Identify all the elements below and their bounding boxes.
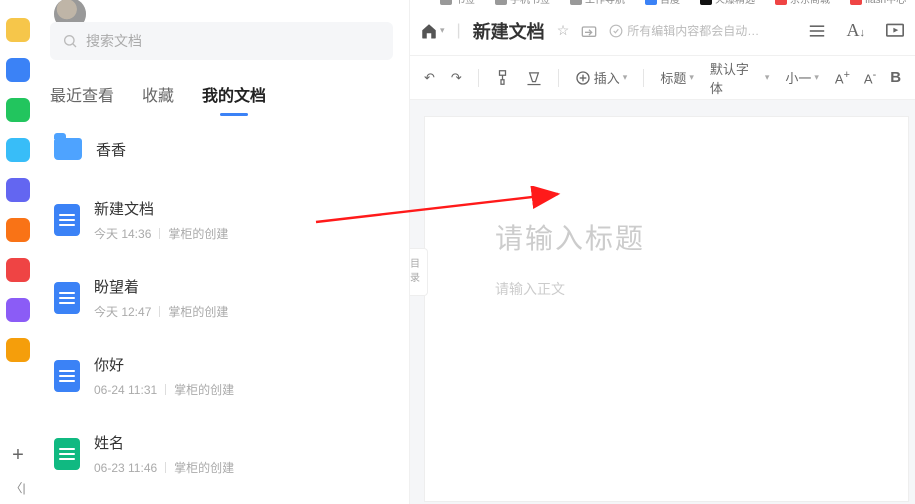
- editor-doc-title[interactable]: 新建文档: [473, 18, 545, 44]
- doc-by: 掌柜的创建: [174, 381, 234, 398]
- editor-canvas-wrap: 目 录 请输入标题 请输入正文: [410, 100, 915, 504]
- doc-by: 掌柜的创建: [174, 459, 234, 476]
- doc-text: 你好 06-24 11:31 掌柜的创建: [94, 354, 234, 398]
- check-circle-icon: [609, 24, 623, 38]
- doc-meta: 今天 14:36 掌柜的创建: [94, 225, 228, 242]
- search-input[interactable]: 搜索文档: [50, 22, 393, 60]
- doc-row[interactable]: 盼望着 今天 12:47 掌柜的创建: [50, 266, 409, 330]
- doc-icon: [54, 438, 80, 470]
- home-icon: [420, 22, 438, 40]
- folder-name: 香香: [96, 139, 126, 160]
- doc-time: 06-24 11:31: [94, 383, 157, 397]
- outline-tab[interactable]: 目 录: [410, 248, 428, 296]
- rail-icon-8[interactable]: [6, 298, 30, 322]
- collapse-icon[interactable]: 〈|: [10, 479, 25, 496]
- doc-meta: 今天 12:47 掌柜的创建: [94, 303, 228, 320]
- home-button[interactable]: ▾: [420, 22, 445, 40]
- doc-meta: 06-23 11:46 掌柜的创建: [94, 459, 234, 476]
- font-select[interactable]: 默认字体▾: [710, 59, 770, 97]
- doc-time: 今天 14:36: [94, 225, 151, 242]
- editor-pane: 书签 手机书签 工作导航 百度 火爆精选 京东商城 flash中心 ▾ | 新建…: [410, 0, 915, 504]
- doc-title: 盼望着: [94, 276, 228, 297]
- font-style-icon[interactable]: A↓: [847, 20, 866, 41]
- doc-time: 今天 12:47: [94, 303, 151, 320]
- doc-text: 姓名 06-23 11:46 掌柜的创建: [94, 432, 234, 476]
- search-placeholder: 搜索文档: [86, 31, 142, 51]
- body-placeholder[interactable]: 请输入正文: [495, 279, 838, 299]
- editor-toolbar: ↶ ↷ 插入▾ 标题▾ 默认字体▾ 小一▾ A+ A- B: [410, 56, 915, 100]
- doc-meta: 06-24 11:31 掌柜的创建: [94, 381, 234, 398]
- title-actions: ☆ 所有编辑内容都会自动…: [557, 22, 760, 39]
- rail-icon-2[interactable]: [6, 58, 30, 82]
- doc-by: 掌柜的创建: [168, 225, 228, 242]
- title-placeholder[interactable]: 请输入标题: [495, 217, 838, 257]
- doc-icon: [54, 282, 80, 314]
- meta-sep: [159, 228, 160, 239]
- meta-sep: [159, 306, 160, 317]
- file-list: 香香 新建文档 今天 14:36 掌柜的创建 盼望着 今天 12:47 掌柜: [50, 128, 409, 504]
- size-select[interactable]: 小一▾: [785, 68, 819, 87]
- editor-page[interactable]: 请输入标题 请输入正文: [424, 116, 909, 502]
- clear-format-button[interactable]: [526, 70, 542, 86]
- rail-icon-9[interactable]: [6, 338, 30, 362]
- tab-favorite[interactable]: 收藏: [142, 82, 174, 112]
- doc-title: 姓名: [94, 432, 234, 453]
- title-sep: |: [457, 22, 461, 40]
- rail-icon-3[interactable]: [6, 98, 30, 122]
- undo-button[interactable]: ↶: [424, 70, 435, 86]
- format-painter-button[interactable]: [495, 69, 510, 86]
- redo-button[interactable]: ↷: [451, 70, 462, 86]
- doc-icon: [54, 360, 80, 392]
- star-icon[interactable]: ☆: [557, 22, 570, 39]
- doc-by: 掌柜的创建: [168, 303, 228, 320]
- present-icon[interactable]: [885, 22, 905, 40]
- editor-title-row: ▾ | 新建文档 ☆ 所有编辑内容都会自动… A↓: [410, 6, 915, 56]
- sidebar-tabs: 最近查看 收藏 我的文档: [50, 82, 393, 122]
- doc-title: 你好: [94, 354, 234, 375]
- search-icon: [62, 33, 78, 49]
- tool-sep: [558, 69, 559, 87]
- tab-mydocs[interactable]: 我的文档: [202, 82, 266, 112]
- bold-button[interactable]: B: [890, 69, 901, 86]
- toolbar-right: A+ A- B: [835, 69, 901, 86]
- sidebar: 搜索文档 最近查看 收藏 我的文档 香香 新建文档 今天 14:36 掌柜的创建: [40, 0, 410, 504]
- font-decrease-button[interactable]: A-: [864, 69, 876, 86]
- add-icon[interactable]: +: [12, 444, 24, 467]
- doc-text: 新建文档 今天 14:36 掌柜的创建: [94, 198, 228, 242]
- doc-icon: [54, 204, 80, 236]
- doc-row[interactable]: 姓名 06-23 11:46 掌柜的创建: [50, 422, 409, 486]
- title-right-actions: A↓: [807, 20, 906, 41]
- chevron-down-icon: ▾: [440, 25, 445, 36]
- folder-row[interactable]: 香香: [50, 128, 409, 170]
- rail-icon-7[interactable]: [6, 258, 30, 282]
- doc-title: 新建文档: [94, 198, 228, 219]
- meta-sep: [165, 462, 166, 473]
- rail-icon-6[interactable]: [6, 218, 30, 242]
- heading-select[interactable]: 标题▾: [660, 68, 694, 87]
- app-rail: [0, 0, 36, 504]
- rail-icon-1[interactable]: [6, 18, 30, 42]
- folder-icon: [54, 138, 82, 160]
- doc-time: 06-23 11:46: [94, 461, 157, 475]
- rail-icon-4[interactable]: [6, 138, 30, 162]
- insert-button[interactable]: 插入▾: [575, 68, 628, 87]
- font-increase-button[interactable]: A+: [835, 69, 850, 86]
- doc-text: 盼望着 今天 12:47 掌柜的创建: [94, 276, 228, 320]
- menu-icon[interactable]: [807, 23, 827, 39]
- tool-sep: [643, 69, 644, 87]
- meta-sep: [165, 384, 166, 395]
- tab-recent[interactable]: 最近查看: [50, 82, 114, 112]
- rail-icon-5[interactable]: [6, 178, 30, 202]
- move-icon[interactable]: [581, 24, 597, 38]
- tool-sep: [478, 69, 479, 87]
- plus-circle-icon: [575, 70, 591, 86]
- doc-row[interactable]: 你好 06-24 11:31 掌柜的创建: [50, 344, 409, 408]
- rail-bottom: + 〈|: [0, 444, 36, 496]
- autosave-status: 所有编辑内容都会自动…: [609, 22, 759, 39]
- doc-row[interactable]: 新建文档 今天 14:36 掌柜的创建: [50, 188, 409, 252]
